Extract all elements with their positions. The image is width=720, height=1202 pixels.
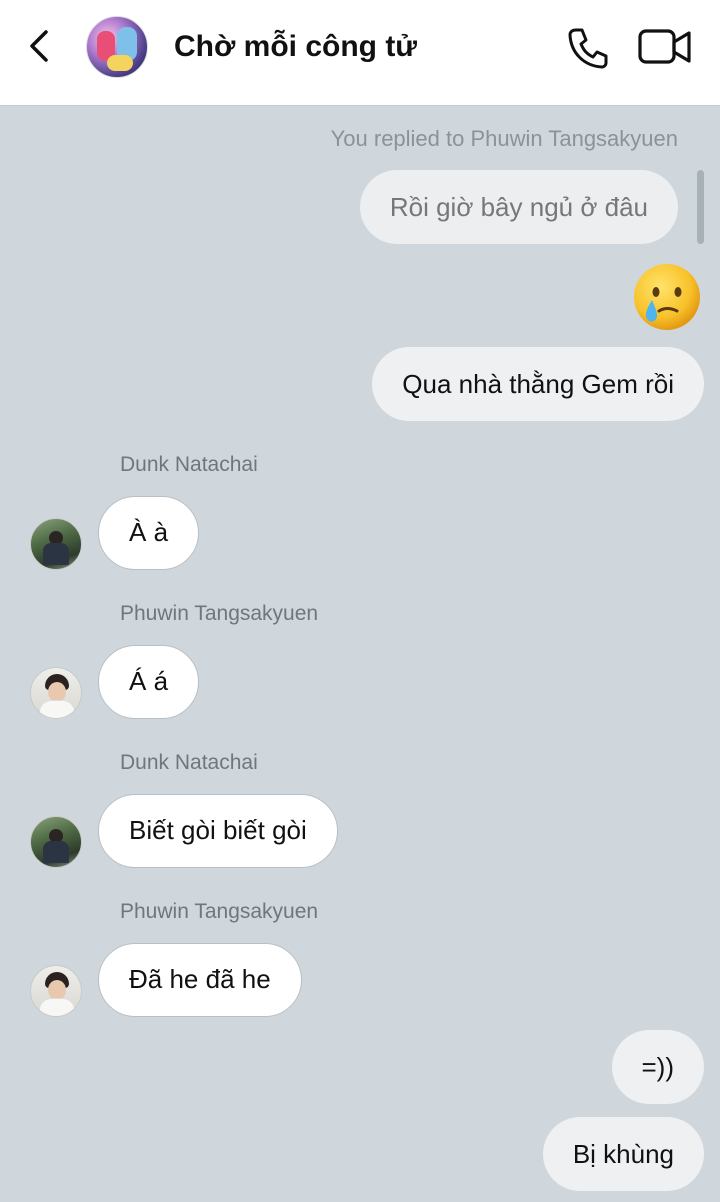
sender-name: Dunk Natachai: [120, 751, 258, 774]
reply-note: You replied to Phuwin Tangsakyuen: [330, 126, 678, 151]
avatar[interactable]: [30, 518, 82, 570]
outgoing-message-bubble[interactable]: =)): [611, 1030, 704, 1104]
sender-name: Phuwin Tangsakyuen: [120, 900, 319, 923]
group-avatar[interactable]: [86, 16, 148, 78]
crying-face-emoji[interactable]: [632, 262, 702, 332]
incoming-message-bubble[interactable]: Đã he đã he: [98, 943, 302, 1017]
sender-name: Phuwin Tangsakyuen: [120, 602, 319, 625]
incoming-message-bubble[interactable]: Á á: [98, 645, 200, 719]
video-camera-icon: [638, 29, 691, 64]
chat-header: Chờ mỗi công tử: [0, 0, 720, 106]
call-button[interactable]: [566, 26, 610, 70]
avatar[interactable]: [30, 816, 82, 868]
phone-icon: [568, 28, 608, 69]
replied-message-bubble[interactable]: Rồi giờ bây ngủ ở đâu: [359, 170, 678, 244]
back-button[interactable]: [24, 26, 60, 66]
sender-name: Dunk Natachai: [120, 453, 258, 476]
video-call-button[interactable]: [638, 28, 692, 66]
chat-title[interactable]: Chờ mỗi công tử: [174, 30, 417, 64]
incoming-message-bubble[interactable]: À à: [98, 496, 200, 570]
incoming-message-bubble[interactable]: Biết gòi biết gòi: [98, 794, 338, 868]
avatar[interactable]: [30, 965, 82, 1017]
outgoing-message-bubble[interactable]: Qua nhà thằng Gem rồi: [372, 347, 704, 421]
outgoing-message-bubble[interactable]: Bị khùng: [542, 1117, 704, 1191]
scrollbar[interactable]: [697, 170, 704, 244]
crying-face-icon: [634, 264, 700, 330]
chevron-left-icon: [30, 30, 48, 62]
avatar[interactable]: [30, 667, 82, 719]
